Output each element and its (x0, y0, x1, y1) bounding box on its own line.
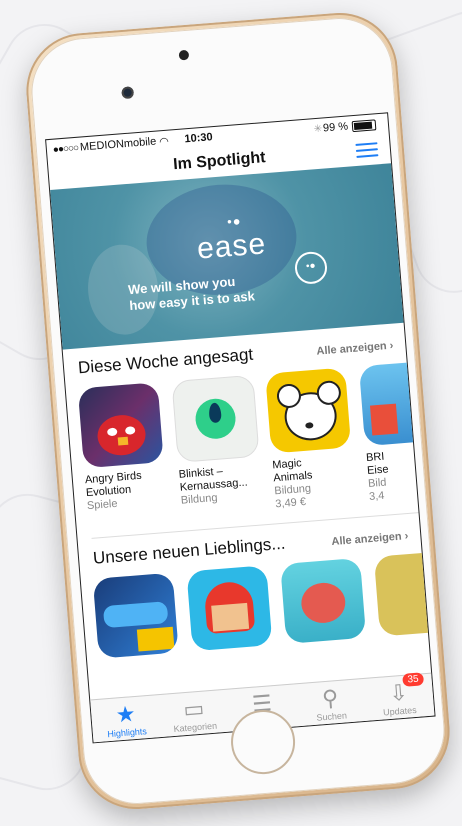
tab-categories[interactable]: ▭ Kategorien (158, 690, 229, 737)
status-time: 10:30 (184, 131, 214, 146)
signal-icon: ●●○○○ (52, 142, 79, 156)
app-name: BRI Eise (365, 450, 389, 478)
see-all-link[interactable]: Alle anzeigen › (316, 340, 394, 358)
speaker (178, 49, 190, 61)
tab-search[interactable]: ⚲ Suchen (295, 679, 366, 726)
racing-game-icon (92, 572, 179, 659)
app-row: Angry Birds Evolution Spiele Blinkist – Ke… (65, 357, 436, 527)
tab-updates[interactable]: ⇩ Updates 35 (363, 672, 434, 721)
phone-face: ●●○○○ MEDIONmobile ◠ 10:30 ✳ 99 % Im Spo… (27, 13, 449, 809)
app-item-angry-birds[interactable]: Angry Birds Evolution Spiele (77, 382, 169, 526)
screen: ●●○○○ MEDIONmobile ◠ 10:30 ✳ 99 % Im Spo… (45, 112, 436, 744)
partial-app-icon (373, 550, 436, 637)
app-item-blinkist[interactable]: Blinkist – Kernaussag... Bildung (171, 374, 262, 519)
featured-banner[interactable]: •● ease We will show you how easy it is … (50, 163, 404, 350)
angry-birds-icon (77, 382, 164, 469)
chat-bubble-icon: •● (293, 250, 329, 286)
app-item-button-game[interactable] (280, 557, 367, 644)
bridge-game-icon (358, 360, 436, 447)
magic-animals-icon (265, 367, 352, 454)
blinkist-icon (171, 374, 260, 463)
carrier-name: MEDIONmobile (79, 135, 157, 154)
front-camera (121, 86, 135, 100)
battery-icon (351, 118, 377, 132)
ease-logo-dots: •● (226, 213, 243, 230)
ease-logo: ease (195, 227, 268, 266)
see-all-link[interactable]: Alle anzeigen › (331, 530, 409, 548)
page-title: Im Spotlight (172, 149, 267, 174)
tab-highlights[interactable]: ★ Highlights (90, 695, 161, 742)
battery-percent: 99 % (322, 120, 349, 135)
wifi-icon: ◠ (158, 135, 170, 148)
list-menu-icon[interactable] (355, 142, 379, 162)
app-item-bridge[interactable]: BRI Eise Bild 3,4 (358, 360, 436, 504)
phone: ●●○○○ MEDIONmobile ◠ 10:30 ✳ 99 % Im Spo… (22, 8, 454, 814)
app-item-partial[interactable] (373, 550, 436, 637)
app-item-football[interactable] (186, 565, 273, 652)
app-item-racing[interactable] (92, 572, 179, 659)
button-game-icon (280, 557, 367, 644)
football-game-icon (186, 565, 273, 652)
bluetooth-icon: ✳ (313, 123, 323, 135)
app-item-magic-animals[interactable]: Magic Animals Bildung 3,49 € (265, 367, 356, 511)
